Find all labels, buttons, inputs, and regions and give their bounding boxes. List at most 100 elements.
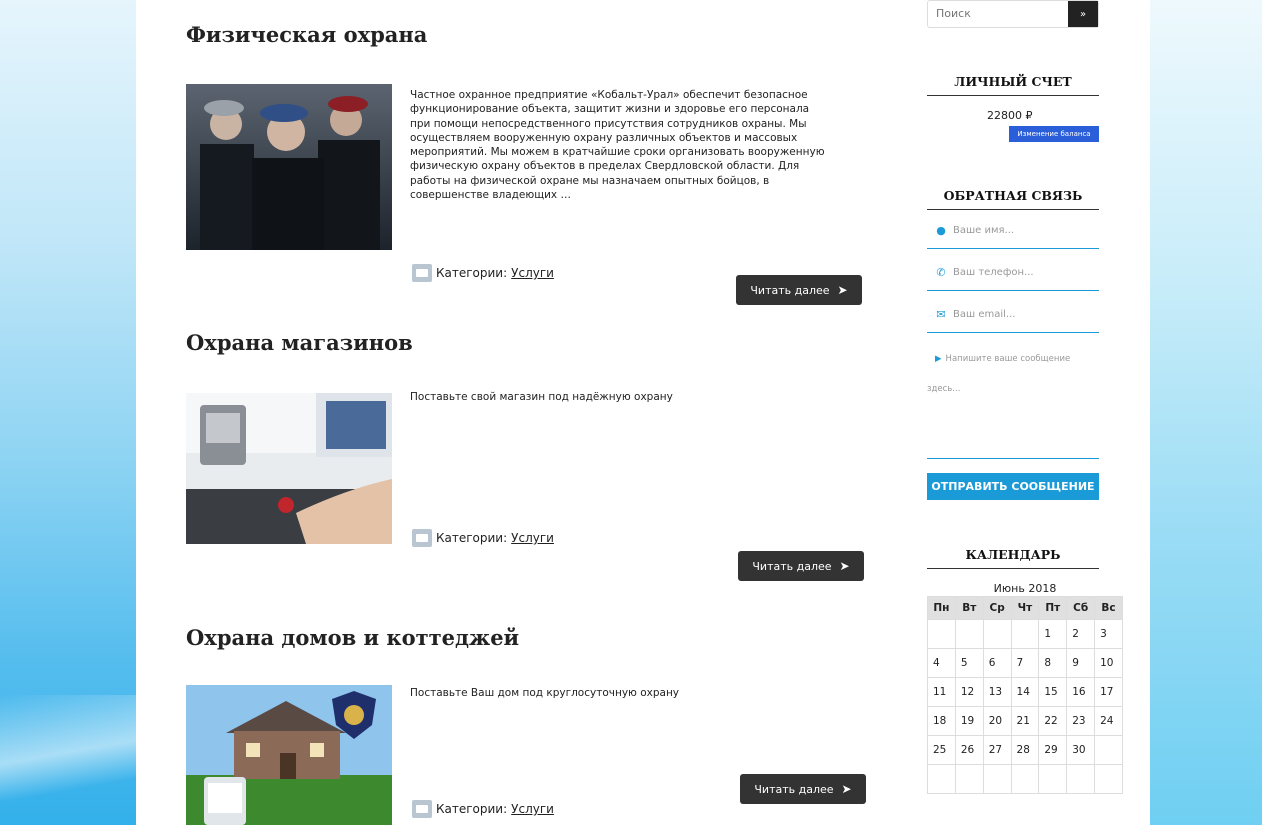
post-thumbnail-shop[interactable]: [186, 393, 392, 544]
excerpt-line: совершенстве владеющих …: [410, 189, 571, 202]
phone-placeholder: Ваш телефон...: [953, 266, 1034, 278]
calendar-day[interactable]: 17: [1094, 677, 1123, 707]
weekday: Ср: [982, 596, 1012, 620]
name-field[interactable]: ● Ваше имя...: [927, 212, 1099, 249]
post-title[interactable]: Физическая охрана: [186, 22, 427, 47]
category-link[interactable]: Услуги: [511, 266, 554, 280]
calendar-day[interactable]: 3: [1094, 619, 1123, 649]
arrow-right-icon: ➤: [839, 559, 850, 573]
excerpt-line: мероприятий. Мы можем в кратчайшие сроки…: [410, 146, 825, 159]
post-thumbnail-guards[interactable]: [186, 84, 392, 250]
calendar-day: [1038, 764, 1068, 794]
calendar-day[interactable]: 10: [1094, 648, 1123, 678]
category-link[interactable]: Услуги: [511, 802, 554, 816]
calendar-day[interactable]: 5: [954, 648, 984, 678]
weekday: Пт: [1038, 596, 1068, 620]
post-categories: Категории: Услуги: [412, 800, 554, 818]
calendar-day[interactable]: 28: [1010, 735, 1040, 765]
calendar-day[interactable]: 14: [1010, 677, 1040, 707]
name-placeholder: Ваше имя...: [953, 224, 1015, 236]
excerpt-line: осуществляем вооруженную охрану различны…: [410, 131, 798, 144]
calendar-day[interactable]: 8: [1038, 648, 1068, 678]
post-categories: Категории: Услуги: [412, 529, 554, 547]
calendar-day: [982, 619, 1012, 649]
feedback-widget-title: ОБРАТНАЯ СВЯЗЬ: [927, 188, 1099, 210]
calendar-day[interactable]: 9: [1066, 648, 1096, 678]
calendar-day[interactable]: 4: [927, 648, 956, 678]
post-thumbnail-house[interactable]: [186, 685, 392, 825]
change-balance-button[interactable]: Изменение баланса: [1009, 126, 1099, 142]
phone-field[interactable]: ✆ Ваш телефон...: [927, 254, 1099, 291]
folder-icon: [412, 800, 432, 818]
post-title[interactable]: Охрана магазинов: [186, 330, 413, 355]
excerpt-line: физическую охрану объектов в пределах Св…: [410, 160, 800, 173]
read-more-button[interactable]: Читать далее ➤: [740, 774, 866, 804]
calendar-day[interactable]: 15: [1038, 677, 1068, 707]
weekday: Сб: [1066, 596, 1096, 620]
weekday: Вт: [954, 596, 984, 620]
excerpt-line: Поставьте Ваш дом под круглосуточную охр…: [410, 687, 680, 699]
weekday: Пн: [927, 596, 956, 620]
category-link[interactable]: Услуги: [511, 531, 554, 545]
calendar-day[interactable]: 6: [982, 648, 1012, 678]
calendar-day[interactable]: 25: [927, 735, 956, 765]
calendar-table: Пн Вт Ср Чт Пт Сб Вс 1 2 3 4 5 6 7 8 9 10 11 12 13 14…: [927, 596, 1123, 794]
excerpt-line: работы на физической охране мы назначаем…: [410, 174, 770, 187]
envelope-icon: ✉: [936, 307, 946, 321]
calendar-day[interactable]: 23: [1066, 706, 1096, 736]
calendar-day[interactable]: 30: [1066, 735, 1096, 765]
calendar-day[interactable]: 11: [927, 677, 956, 707]
message-textarea[interactable]: ▶ Напишите ваше сообщение здесь...: [927, 338, 1099, 459]
calendar-day: [1094, 764, 1123, 794]
post-excerpt: Поставьте Ваш дом под круглосуточную охр…: [410, 686, 870, 700]
calendar-day[interactable]: 27: [982, 735, 1012, 765]
calendar-day[interactable]: 16: [1066, 677, 1096, 707]
read-more-label: Читать далее: [752, 559, 832, 573]
calendar-day[interactable]: 29: [1038, 735, 1068, 765]
comment-icon: ▶: [935, 354, 942, 364]
send-message-button[interactable]: ОТПРАВИТЬ СООБЩЕНИЕ: [927, 473, 1099, 500]
categories-label: Категории:: [436, 531, 508, 545]
read-more-label: Читать далее: [754, 782, 834, 796]
calendar-week-row: 123: [927, 619, 1123, 649]
calendar-day: [927, 619, 956, 649]
post-title[interactable]: Охрана домов и коттеджей: [186, 625, 519, 650]
calendar-day[interactable]: 1: [1038, 619, 1068, 649]
calendar-day[interactable]: 24: [1094, 706, 1123, 736]
calendar-day[interactable]: 19: [954, 706, 984, 736]
calendar-day[interactable]: 13: [982, 677, 1012, 707]
background-left: [0, 0, 136, 825]
calendar-caption: Июнь 2018: [993, 582, 1057, 595]
calendar-day[interactable]: 7: [1010, 648, 1040, 678]
calendar-day: [982, 764, 1012, 794]
email-field[interactable]: ✉ Ваш email...: [927, 296, 1099, 333]
calendar-header-row: Пн Вт Ср Чт Пт Сб Вс: [927, 596, 1123, 620]
arrow-right-icon: ➤: [837, 283, 848, 297]
email-placeholder: Ваш email...: [953, 308, 1016, 320]
calendar-day[interactable]: 20: [982, 706, 1012, 736]
calendar-week-row: 25 26 27 28 29 30: [927, 735, 1123, 765]
calendar-day[interactable]: 26: [954, 735, 984, 765]
calendar-day[interactable]: 22: [1038, 706, 1068, 736]
weekday: Чт: [1010, 596, 1040, 620]
read-more-button[interactable]: Читать далее ➤: [738, 551, 864, 581]
calendar-week-row: 4 5 6 7 8 9 10: [927, 648, 1123, 678]
page-content: Физическая охрана Частное охранное предп…: [136, 0, 1150, 825]
message-placeholder-text: Напишите ваше сообщение: [945, 354, 1071, 364]
read-more-button[interactable]: Читать далее ➤: [736, 275, 862, 305]
post-categories: Категории: Услуги: [412, 264, 554, 282]
search-button[interactable]: »: [1068, 1, 1098, 27]
post-excerpt: Поставьте свой магазин под надёжную охра…: [410, 390, 870, 404]
excerpt-line: Поставьте свой магазин под надёжную охра…: [410, 391, 673, 403]
user-icon: ●: [936, 223, 946, 237]
search-input[interactable]: [936, 7, 1056, 20]
calendar-day[interactable]: 12: [954, 677, 984, 707]
calendar-day[interactable]: 18: [927, 706, 956, 736]
background-right: [1150, 0, 1262, 825]
calendar-day[interactable]: 21: [1010, 706, 1040, 736]
categories-label: Категории:: [436, 802, 508, 816]
folder-icon: [412, 529, 432, 547]
weekday: Вс: [1094, 596, 1123, 620]
calendar-day[interactable]: 2: [1066, 619, 1096, 649]
categories-label: Категории:: [436, 266, 508, 280]
